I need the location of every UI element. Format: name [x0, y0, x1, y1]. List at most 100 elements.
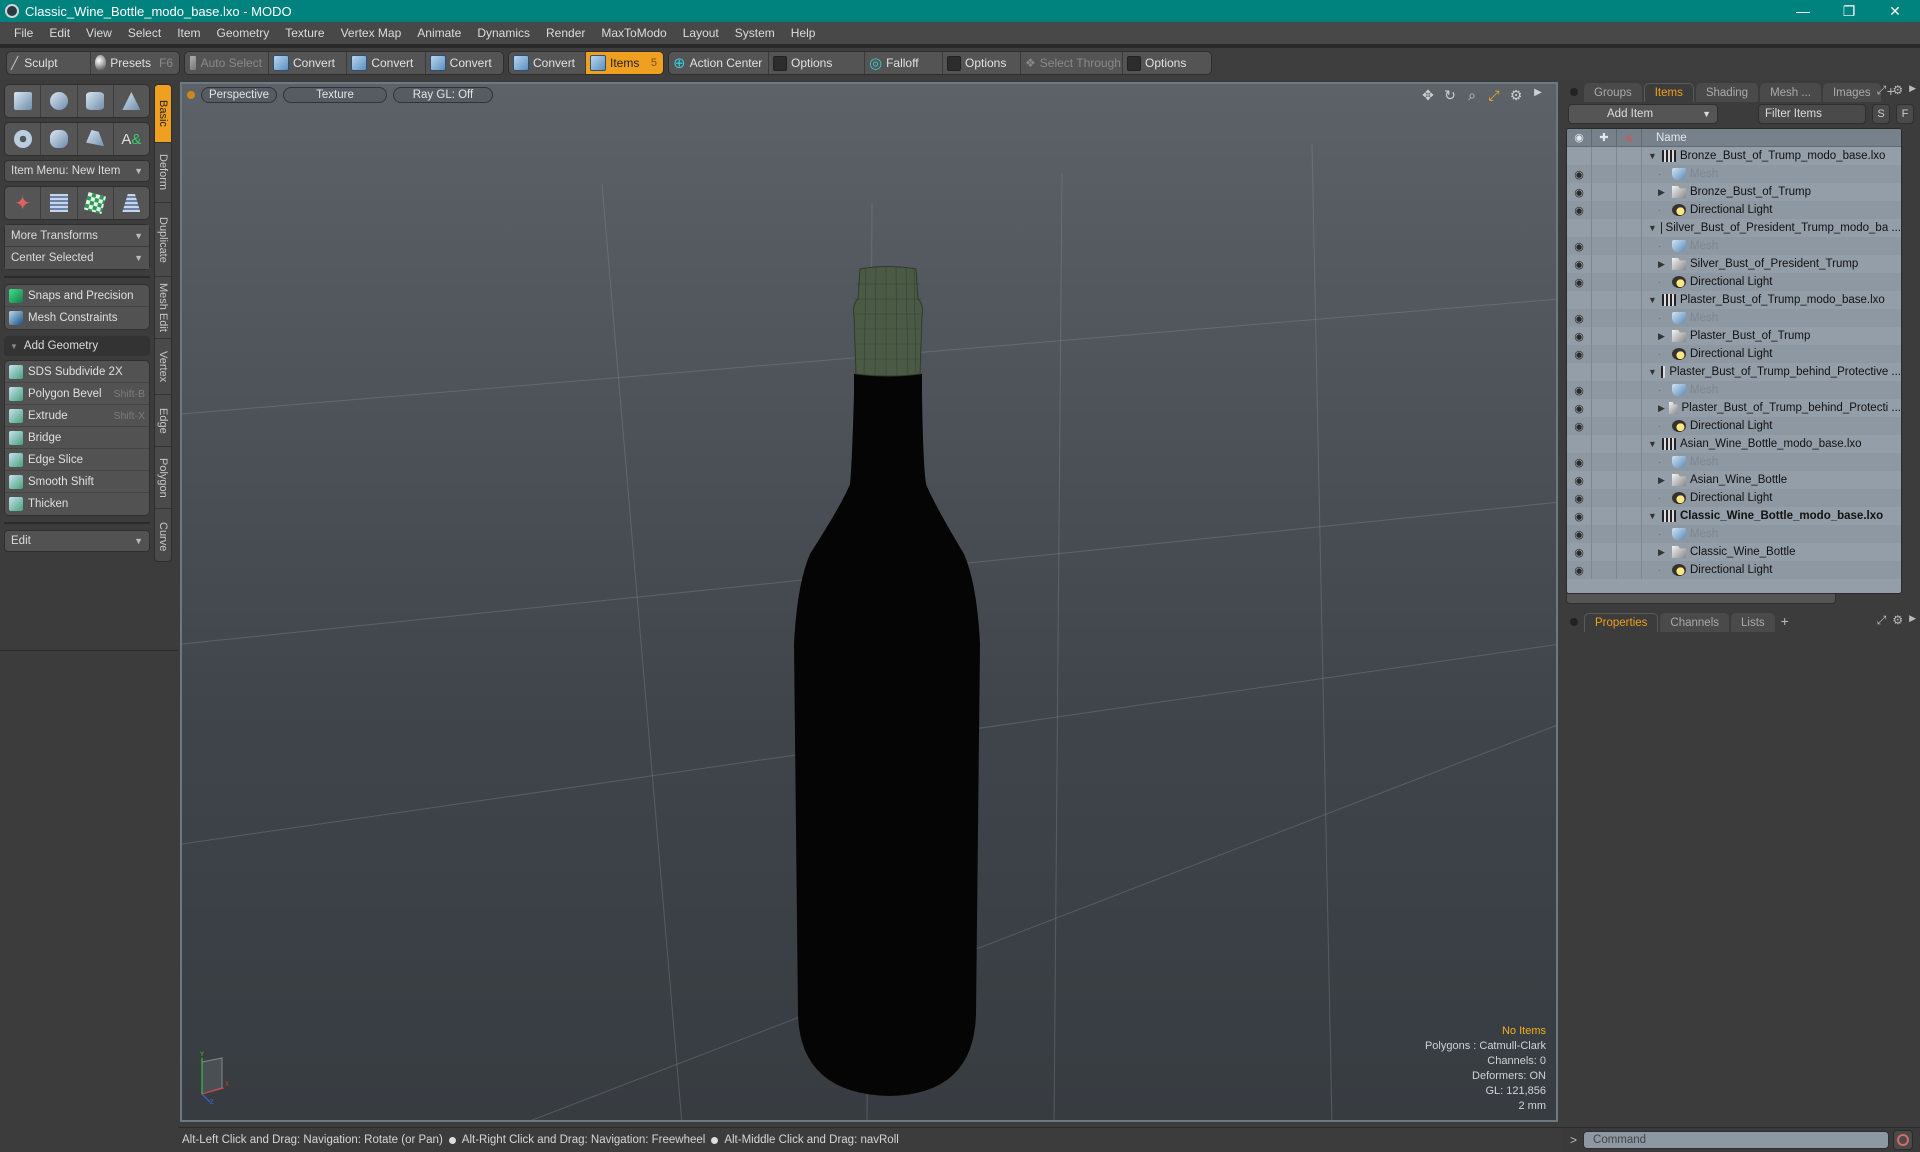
- vtab-curve[interactable]: Curve: [155, 509, 171, 561]
- panel-menu-dot-icon[interactable]: [1570, 618, 1578, 626]
- vtab-basic[interactable]: Basic: [155, 85, 171, 143]
- visibility-eye-icon[interactable]: ◉: [1567, 273, 1592, 291]
- taper-tool-button[interactable]: [114, 187, 149, 219]
- lock-toggle[interactable]: [1592, 219, 1617, 237]
- center-selected-dropdown[interactable]: Center Selected ▼: [5, 247, 149, 269]
- menu-item[interactable]: Item: [177, 26, 200, 40]
- falloff-button[interactable]: ◎ Falloff: [865, 52, 943, 74]
- expand-arrow-icon[interactable]: ▶: [1530, 87, 1546, 104]
- collapse-triangle-icon[interactable]: ▼: [1648, 511, 1658, 521]
- visibility-eye-icon[interactable]: ◉: [1567, 381, 1592, 399]
- convert-button-2[interactable]: Convert: [347, 52, 426, 74]
- axis-toggle[interactable]: [1617, 507, 1642, 525]
- expand-triangle-icon[interactable]: ▶: [1658, 259, 1668, 270]
- axis-toggle[interactable]: [1617, 309, 1642, 327]
- visibility-eye-icon[interactable]: ◉: [1567, 309, 1592, 327]
- sculpt-button[interactable]: ╱ Sculpt: [7, 52, 91, 74]
- tree-row[interactable]: ▼ Plaster_Bust_of_Trump_behind_Protective…: [1567, 363, 1901, 381]
- menu-view[interactable]: View: [86, 26, 112, 40]
- restore-button[interactable]: ❐: [1826, 0, 1872, 22]
- visibility-eye-icon[interactable]: ◉: [1567, 237, 1592, 255]
- menu-edit[interactable]: Edit: [49, 26, 70, 40]
- tab-shading[interactable]: Shading: [1695, 83, 1759, 102]
- close-button[interactable]: ✕: [1872, 0, 1918, 22]
- falloff-options-button[interactable]: Options: [943, 52, 1021, 74]
- collapse-triangle-icon[interactable]: ▼: [1648, 151, 1658, 161]
- axis-toggle[interactable]: [1617, 165, 1642, 183]
- vtab-mesh-edit[interactable]: Mesh Edit: [155, 277, 171, 339]
- add-geometry-header[interactable]: ▼ Add Geometry: [4, 336, 150, 356]
- tree-row[interactable]: ◉ · Directional Light: [1567, 201, 1901, 219]
- visibility-toggle[interactable]: [1567, 435, 1592, 453]
- vtab-edge[interactable]: Edge: [155, 395, 171, 447]
- filter-items-input[interactable]: Filter Items: [1758, 104, 1866, 124]
- tab-images[interactable]: Images: [1822, 83, 1881, 102]
- tab-groups[interactable]: Groups: [1584, 83, 1642, 102]
- snaps-and-precision-button[interactable]: Snaps and Precision: [5, 285, 149, 307]
- tool-thicken[interactable]: Thicken: [5, 493, 149, 515]
- vtab-duplicate[interactable]: Duplicate: [155, 203, 171, 277]
- menu-system[interactable]: System: [735, 26, 775, 40]
- collapse-triangle-icon[interactable]: ▼: [1648, 223, 1657, 233]
- lock-toggle[interactable]: [1592, 309, 1617, 327]
- collapse-triangle-icon[interactable]: ▼: [1648, 295, 1658, 305]
- menu-layout[interactable]: Layout: [683, 26, 719, 40]
- torus-primitive-button[interactable]: [5, 123, 42, 155]
- visibility-toggle[interactable]: [1567, 219, 1592, 237]
- axis-toggle[interactable]: [1617, 543, 1642, 561]
- more-transforms-dropdown[interactable]: More Transforms ▼: [5, 225, 149, 247]
- axis-toggle[interactable]: [1617, 345, 1642, 363]
- panel-gear-icon[interactable]: ⚙: [1892, 83, 1903, 98]
- cylinder-primitive-button[interactable]: [78, 85, 114, 117]
- panel-arrow-icon[interactable]: ▶: [1909, 613, 1916, 628]
- select-through-button[interactable]: ❖ Select Through: [1021, 52, 1123, 74]
- axis-toggle[interactable]: [1617, 291, 1642, 309]
- visibility-eye-icon[interactable]: ◉: [1567, 255, 1592, 273]
- visibility-eye-icon[interactable]: ◉: [1567, 183, 1592, 201]
- tool-extrude[interactable]: Extrude Shift-X: [5, 405, 149, 427]
- record-macro-button[interactable]: [1893, 1130, 1914, 1150]
- axis-toggle[interactable]: [1617, 417, 1642, 435]
- tree-row[interactable]: ◉ · Mesh: [1567, 309, 1901, 327]
- text-tool-button[interactable]: A&: [114, 123, 149, 155]
- maximize-panel-icon[interactable]: ⤢: [1877, 613, 1887, 628]
- viewport-settings-gear-icon[interactable]: ⚙: [1508, 87, 1524, 104]
- axis-toggle[interactable]: [1617, 201, 1642, 219]
- tree-row[interactable]: ◉ · Mesh: [1567, 525, 1901, 543]
- lock-toggle[interactable]: [1592, 165, 1617, 183]
- visibility-eye-icon[interactable]: ◉: [1567, 165, 1592, 183]
- lock-toggle[interactable]: [1592, 453, 1617, 471]
- expand-triangle-icon[interactable]: ▶: [1658, 547, 1668, 558]
- menu-texture[interactable]: Texture: [285, 26, 324, 40]
- visibility-eye-icon[interactable]: ◉: [1567, 489, 1592, 507]
- menu-geometry[interactable]: Geometry: [217, 26, 270, 40]
- action-center-options-button[interactable]: Options: [769, 52, 865, 74]
- prop-tab-channels[interactable]: Channels: [1660, 613, 1730, 632]
- expand-triangle-icon[interactable]: ▶: [1658, 331, 1668, 342]
- tree-row[interactable]: ◉ ▶ Plaster_Bust_of_Trump_behind_Protecti …: [1567, 399, 1901, 417]
- lock-toggle[interactable]: [1592, 327, 1617, 345]
- viewport-menu-dot-icon[interactable]: [187, 91, 195, 99]
- visibility-toggle[interactable]: [1567, 147, 1592, 165]
- sphere-primitive-button[interactable]: [41, 85, 78, 117]
- menu-file[interactable]: File: [14, 26, 33, 40]
- convert-button-4[interactable]: Convert: [509, 52, 586, 74]
- prop-tab-properties[interactable]: Properties: [1584, 613, 1659, 632]
- minimize-button[interactable]: —: [1780, 0, 1826, 22]
- panel-gear-icon[interactable]: ⚙: [1892, 613, 1903, 628]
- tree-row[interactable]: ◉ · Directional Light: [1567, 273, 1901, 291]
- tree-row[interactable]: ◉ · Mesh: [1567, 381, 1901, 399]
- zoom-icon[interactable]: ⌕: [1464, 87, 1480, 104]
- pan-icon[interactable]: ✥: [1420, 87, 1436, 104]
- lock-toggle[interactable]: [1592, 345, 1617, 363]
- uv-tool-button[interactable]: [78, 187, 114, 219]
- lock-toggle[interactable]: [1592, 507, 1617, 525]
- axis-toggle[interactable]: [1617, 525, 1642, 543]
- axis-toggle[interactable]: [1617, 183, 1642, 201]
- axis-toggle[interactable]: [1617, 453, 1642, 471]
- tree-row[interactable]: ▼ Plaster_Bust_of_Trump_modo_base.lxo: [1567, 291, 1901, 309]
- item-menu-dropdown[interactable]: Item Menu: New Item ▼: [4, 160, 150, 182]
- items-mode-button[interactable]: Items 5: [586, 52, 663, 74]
- lock-toggle[interactable]: [1592, 147, 1617, 165]
- mesh-constraints-button[interactable]: Mesh Constraints: [5, 307, 149, 329]
